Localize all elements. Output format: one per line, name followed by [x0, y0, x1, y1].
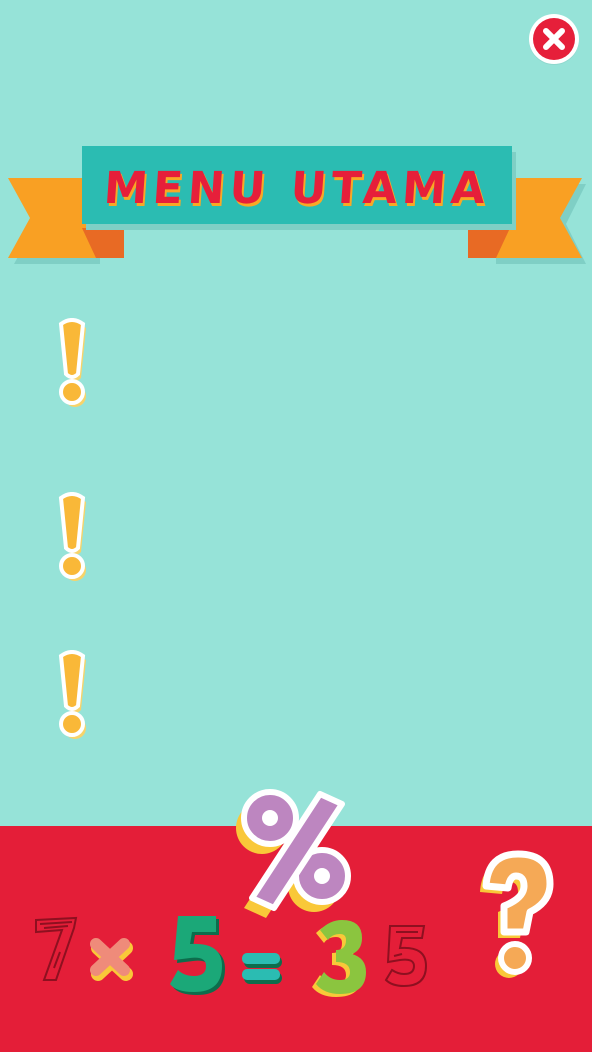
multiply-icon: [90, 938, 133, 981]
percent-icon: [236, 789, 351, 918]
close-button[interactable]: [529, 14, 579, 64]
close-icon: [543, 28, 565, 50]
seven-icon: [35, 916, 78, 981]
equals-icon: [242, 953, 282, 984]
exclamation-icon: [58, 492, 86, 581]
question-icon: [480, 850, 554, 978]
notice-button-3[interactable]: [55, 650, 95, 740]
page-title: MENU UTAMA: [102, 162, 492, 214]
three-icon: [312, 920, 366, 997]
five-icon: [170, 916, 225, 995]
exclamation-icon: [58, 318, 86, 407]
notice-button-2[interactable]: [55, 492, 95, 582]
equation-decoration: [35, 916, 428, 997]
notice-button-1[interactable]: [55, 318, 95, 408]
five-sketch-icon: [384, 925, 428, 988]
exclamation-icon: [58, 650, 86, 739]
